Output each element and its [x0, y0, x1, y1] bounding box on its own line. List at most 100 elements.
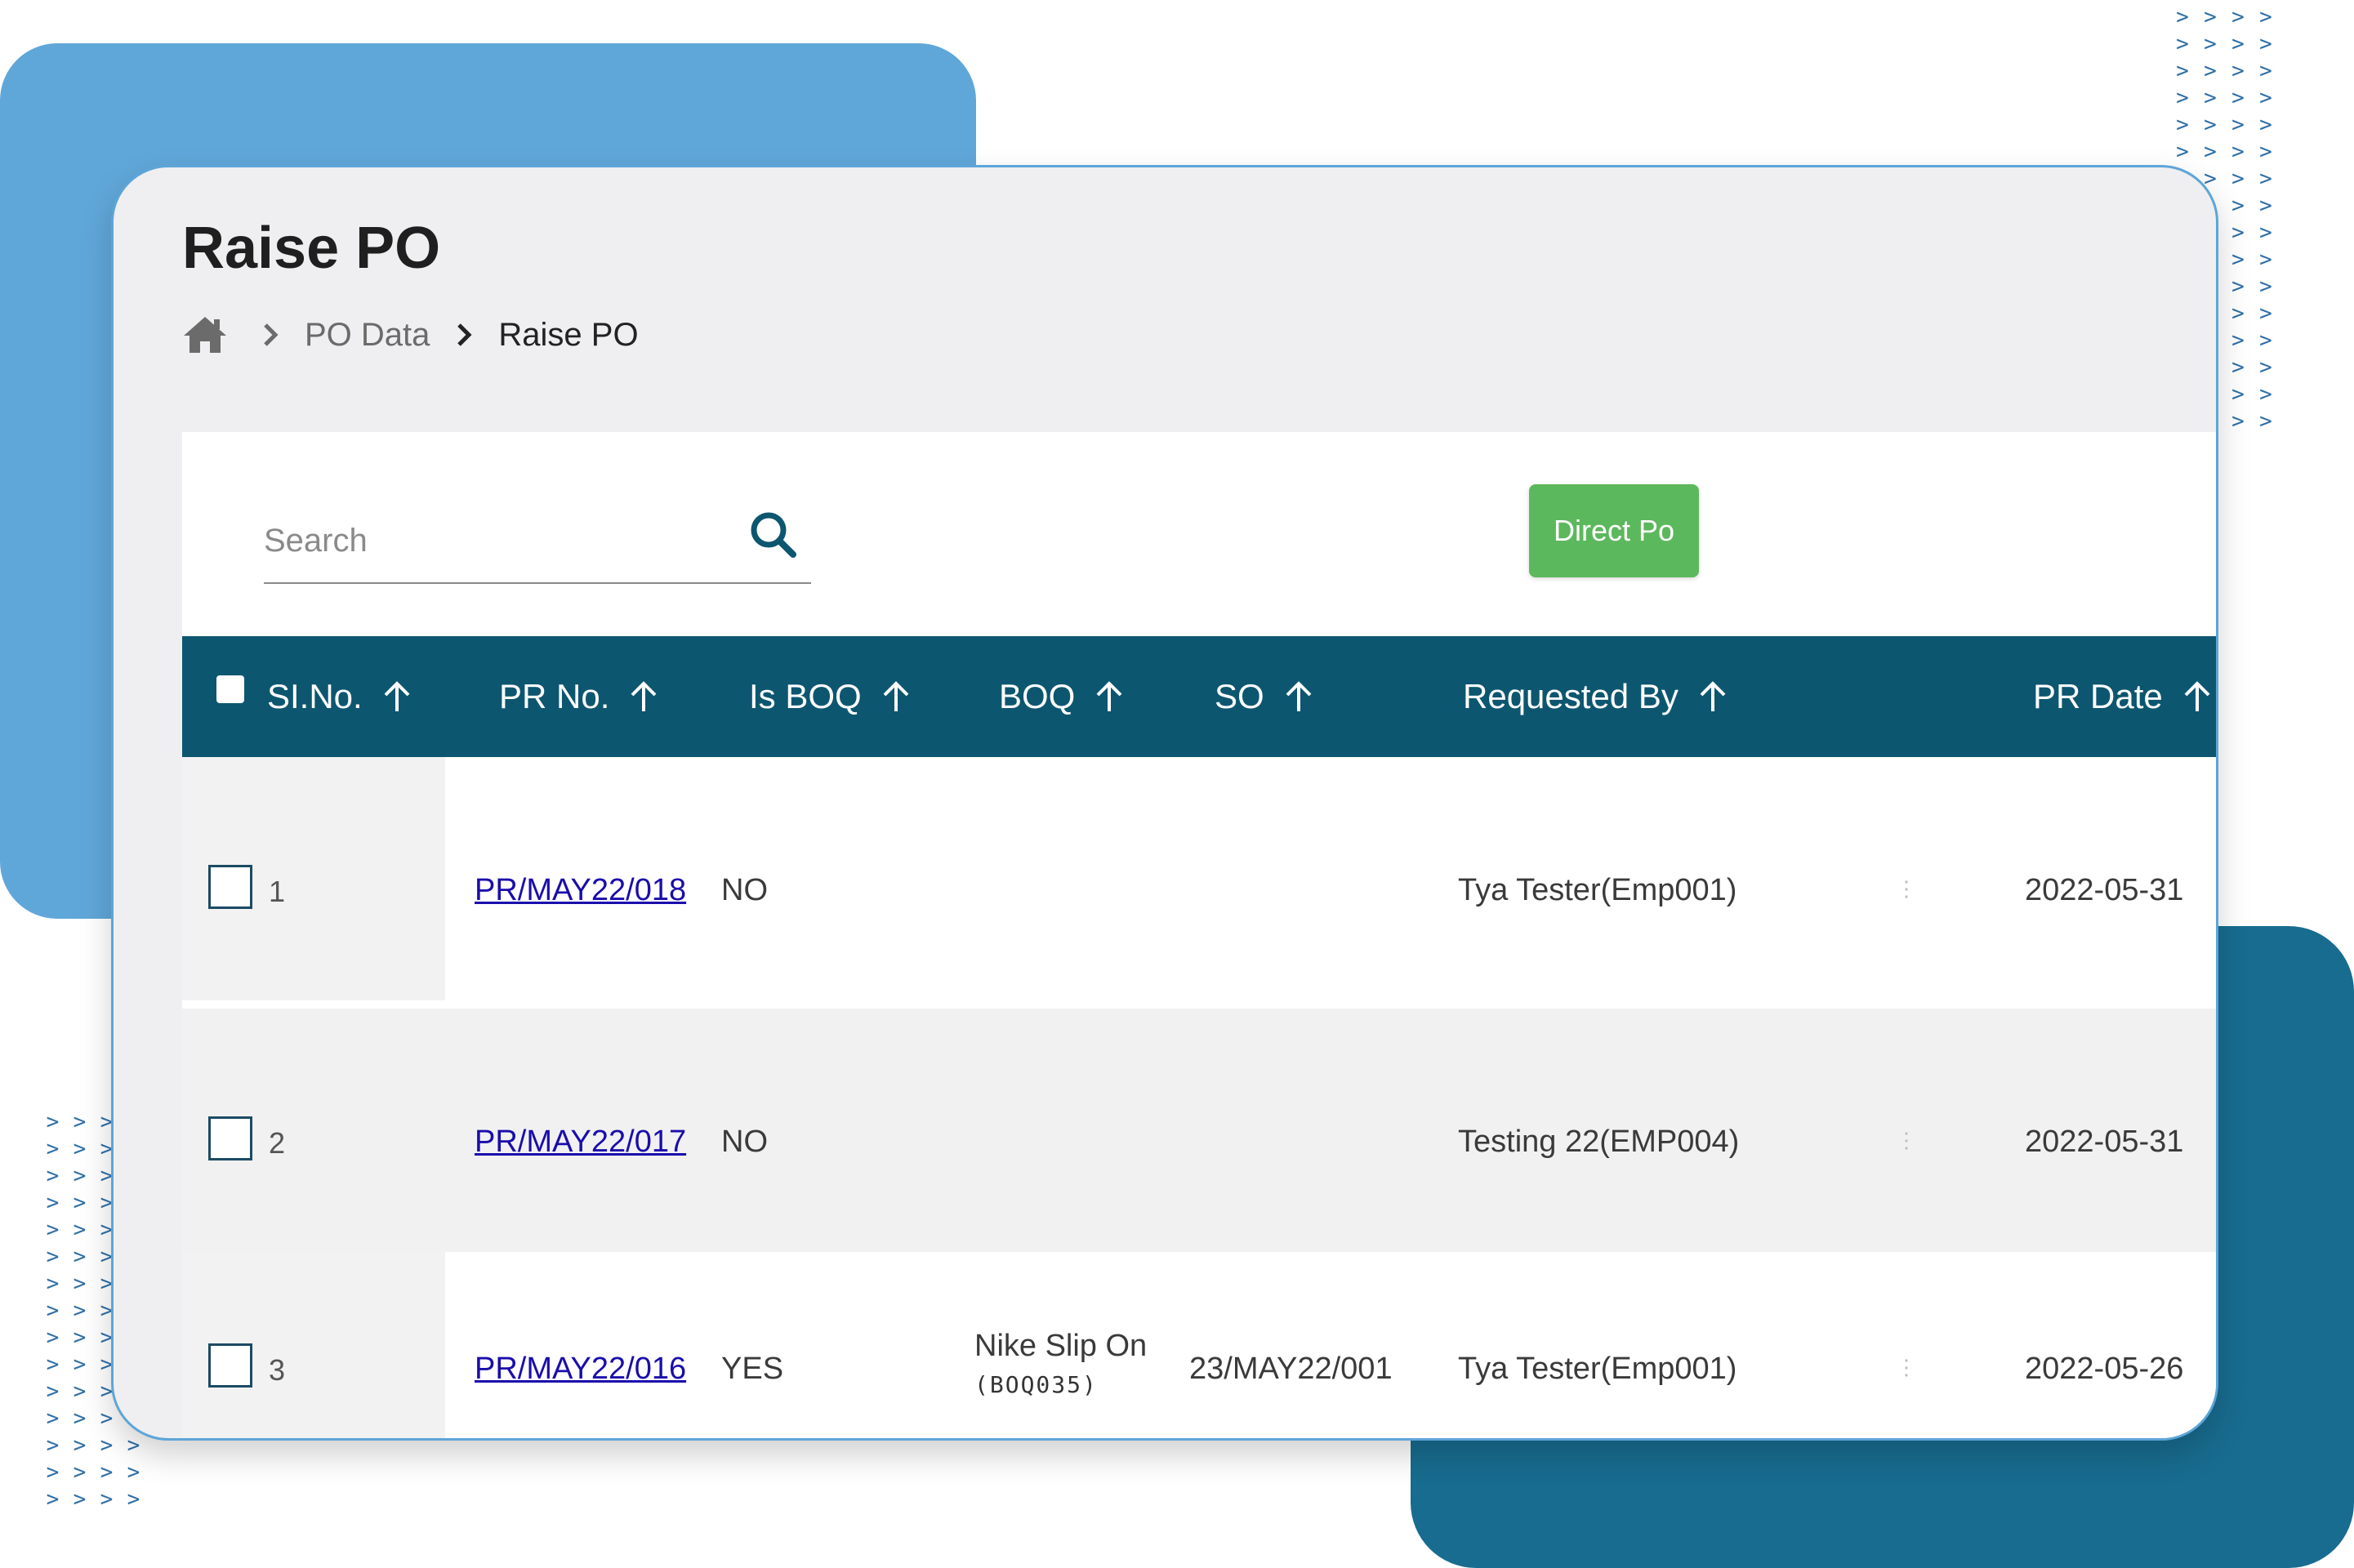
chevron-glyph: > [46, 1325, 60, 1350]
chevron-glyph: > [46, 1191, 60, 1215]
table-header: SI.No. PR No. Is BOQ BOQ SO Requested By [182, 636, 2216, 757]
column-header-boq[interactable]: BOQ [999, 636, 1126, 757]
chevron-glyph: > [100, 1406, 114, 1431]
row-checkbox[interactable] [208, 1116, 252, 1160]
so-value: 23/MAY22/001 [1189, 1352, 1393, 1386]
chevron-glyph: > [73, 1433, 87, 1458]
chevron-glyph: > [46, 1110, 60, 1134]
chevron-glyph: > [2204, 59, 2217, 83]
pr-date-value: 2022-05-31 [2025, 873, 2184, 907]
row-sl-no: 1 [269, 875, 286, 908]
chevron-glyph: > [127, 1433, 140, 1458]
pr-no-link[interactable]: PR/MAY22/017 [475, 1125, 686, 1160]
chevron-glyph: > [2231, 328, 2245, 353]
sort-arrow-up-icon[interactable] [627, 679, 660, 715]
chevron-right-icon [264, 323, 279, 346]
chevron-glyph: > [73, 1487, 87, 1512]
chevron-glyph: > [73, 1325, 87, 1350]
column-header-is-boq[interactable]: Is BOQ [749, 636, 912, 757]
row-sl-no: 3 [269, 1353, 286, 1387]
chevron-glyph: > [46, 1460, 60, 1485]
chevron-glyph: > [46, 1218, 60, 1242]
chevron-glyph: > [2176, 59, 2189, 83]
chevron-glyph: > [46, 1245, 60, 1269]
chevron-glyph: > [2204, 113, 2217, 137]
home-icon[interactable] [182, 314, 228, 355]
chevron-glyph: > [2204, 5, 2217, 29]
row-checkbox[interactable] [208, 1343, 252, 1388]
chevron-glyph: > [2259, 220, 2272, 245]
chevron-glyph: > [73, 1110, 87, 1134]
chevron-glyph: > [2259, 113, 2272, 137]
chevron-glyph: > [73, 1245, 87, 1269]
column-header-so[interactable]: SO [1215, 636, 1315, 757]
column-header-label: PR No. [499, 677, 610, 715]
chevron-glyph: > [73, 1137, 87, 1161]
table-row[interactable]: 1 PR/MAY22/018 NO Tya Tester(Emp001) ⋮ 2… [182, 757, 2216, 1000]
search-input[interactable] [264, 512, 721, 569]
column-header-sl-no[interactable]: SI.No. [267, 636, 413, 757]
search-icon[interactable] [747, 509, 800, 561]
column-divider: ⋮ [1896, 1128, 1917, 1152]
chevron-glyph: > [2259, 59, 2272, 83]
chevron-glyph: > [100, 1487, 114, 1512]
boq-code-value: (BOQ035) [974, 1371, 1098, 1398]
chevron-glyph: > [2259, 32, 2272, 56]
chevron-glyph: > [2259, 194, 2272, 218]
row-select-cell: 2 [182, 1009, 445, 1252]
chevron-glyph: > [2259, 301, 2272, 326]
chevron-right-icon [457, 323, 472, 346]
table-row[interactable]: 3 PR/MAY22/016 YES Nike Slip On (BOQ035)… [182, 1252, 2216, 1438]
breadcrumb-item-po-data[interactable]: PO Data [305, 317, 430, 354]
row-sl-no: 2 [269, 1126, 286, 1160]
direct-po-button[interactable]: Direct Po [1529, 484, 1699, 577]
chevron-glyph: > [2231, 274, 2245, 299]
boq-name-value: Nike Slip On [974, 1329, 1148, 1363]
pr-date-value: 2022-05-31 [2025, 1125, 2184, 1159]
chevron-glyph: > [2231, 140, 2245, 164]
chevron-glyph: > [127, 1487, 140, 1512]
chevron-glyph: > [2176, 86, 2189, 110]
chevron-glyph: > [2204, 86, 2217, 110]
breadcrumb: PO Data Raise PO [182, 306, 663, 363]
sort-arrow-up-icon[interactable] [381, 679, 413, 715]
row-content [445, 757, 2216, 1000]
pr-no-link[interactable]: PR/MAY22/016 [475, 1352, 686, 1387]
pr-no-link[interactable]: PR/MAY22/018 [475, 873, 686, 908]
chevron-glyph: > [2204, 32, 2217, 56]
column-header-requested-by[interactable]: Requested By [1463, 636, 1729, 757]
is-boq-value: YES [721, 1352, 784, 1386]
chevron-glyph: > [46, 1406, 60, 1431]
chevron-glyph: > [73, 1406, 87, 1431]
content-panel: Direct Po SI.No. PR No. Is BOQ BOQ SO [182, 432, 2216, 1438]
column-header-pr-date[interactable]: PR Date [2033, 636, 2214, 757]
sort-arrow-up-icon[interactable] [880, 679, 912, 715]
search-box [264, 497, 811, 584]
chevron-glyph: > [2231, 86, 2245, 110]
chevron-glyph: > [2231, 301, 2245, 326]
chevron-glyph: > [73, 1272, 87, 1296]
sort-arrow-up-icon[interactable] [2181, 679, 2214, 715]
chevron-glyph: > [46, 1379, 60, 1404]
chevron-glyph: > [2259, 140, 2272, 164]
chevron-glyph: > [100, 1433, 114, 1458]
select-all-checkbox[interactable] [216, 675, 244, 703]
chevron-glyph: > [2259, 5, 2272, 29]
sort-arrow-up-icon[interactable] [1696, 679, 1729, 715]
column-header-label: SI.No. [267, 677, 363, 715]
row-checkbox[interactable] [208, 865, 252, 909]
sort-arrow-up-icon[interactable] [1282, 679, 1315, 715]
chevron-glyph: > [2259, 274, 2272, 299]
chevron-glyph: > [2231, 220, 2245, 245]
chevron-glyph: > [127, 1460, 140, 1485]
table-row[interactable]: 2 PR/MAY22/017 NO Testing 22(EMP004) ⋮ 2… [182, 1009, 2216, 1252]
chevron-glyph: > [46, 1352, 60, 1377]
chevron-glyph: > [2259, 355, 2272, 380]
is-boq-value: NO [721, 1125, 768, 1159]
chevron-glyph: > [2259, 409, 2272, 434]
sort-arrow-up-icon[interactable] [1093, 679, 1126, 715]
chevron-glyph: > [46, 1137, 60, 1161]
chevron-glyph: > [2231, 409, 2245, 434]
column-header-pr-no[interactable]: PR No. [499, 636, 660, 757]
chevron-glyph: > [2231, 5, 2245, 29]
